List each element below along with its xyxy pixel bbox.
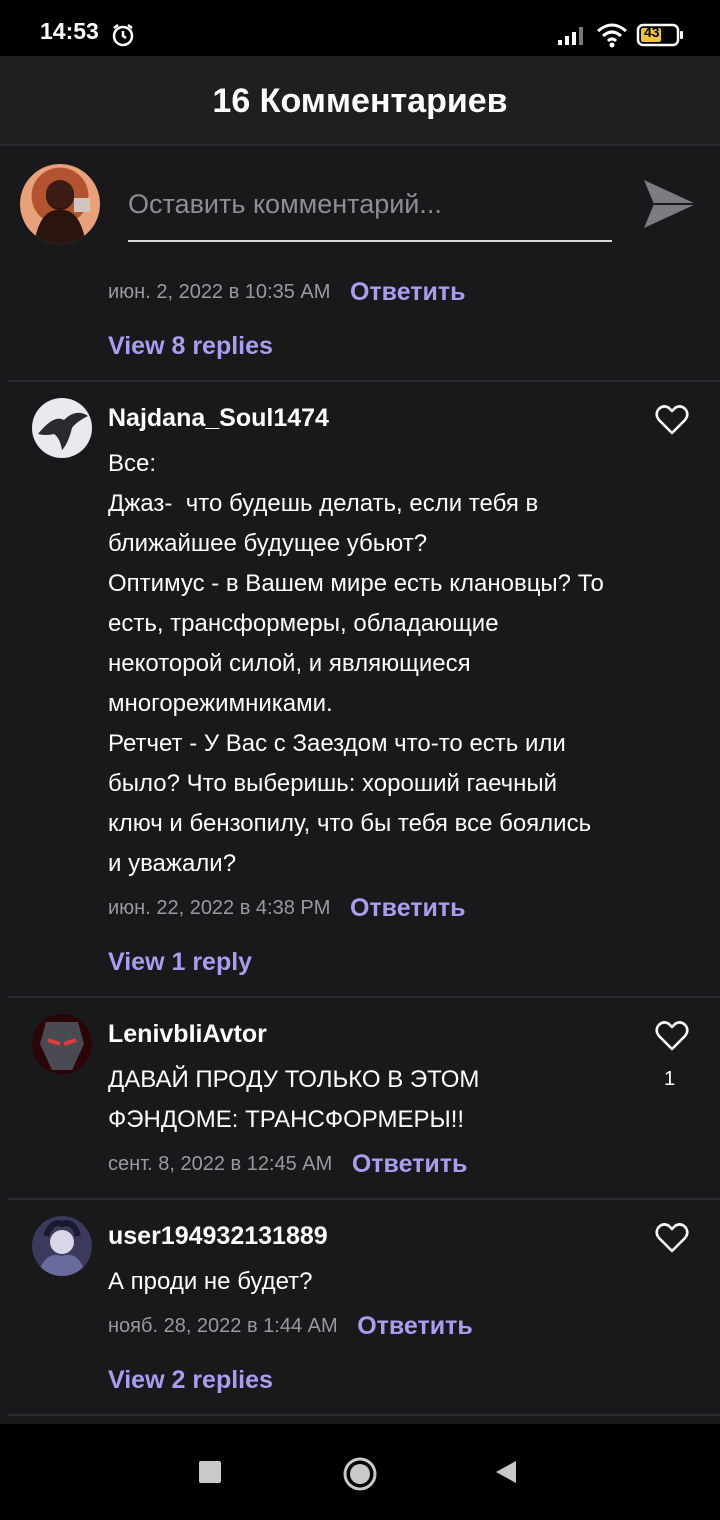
comment-composer: Оставить комментарий...: [0, 146, 720, 260]
comment-username[interactable]: user194932131889: [108, 1222, 328, 1251]
view-replies-link[interactable]: View 2 replies: [108, 1366, 273, 1395]
comment-date: июн. 22, 2022 в 4:38 PM: [108, 897, 331, 919]
like-count: 1: [664, 1068, 676, 1090]
status-time: 14:53: [40, 18, 99, 44]
wifi-icon: [596, 22, 628, 53]
divider: [8, 380, 720, 382]
view-replies-link[interactable]: View 8 replies: [108, 332, 273, 361]
comment-text: Все: Джаз- что будешь делать, если тебя …: [108, 450, 604, 877]
comment-text: ДАВАЙ ПРОДУ ТОЛЬКО В ЭТОМ ФЭНДОМЕ: ТРАНС…: [108, 1066, 487, 1133]
back-icon[interactable]: [494, 1459, 518, 1490]
alarm-icon: [110, 22, 136, 53]
reply-button[interactable]: Ответить: [352, 1150, 468, 1179]
header: 16 Комментариев: [0, 56, 720, 146]
comment-date: нояб. 28, 2022 в 1:44 AM: [108, 1315, 338, 1337]
heart-icon[interactable]: [655, 404, 689, 441]
heart-icon[interactable]: [655, 1222, 689, 1259]
reply-button[interactable]: Ответить: [350, 894, 466, 923]
battery-level: 43: [644, 24, 660, 40]
view-replies-link[interactable]: View 1 reply: [108, 948, 252, 977]
reply-button[interactable]: Ответить: [357, 1312, 473, 1341]
page-title: 16 Комментариев: [212, 82, 508, 120]
comment-meta: июн. 2, 2022 в 10:35 AM Ответить: [108, 278, 466, 307]
avatar[interactable]: [32, 398, 92, 458]
comment-username[interactable]: Najdana_Soul1474: [108, 404, 329, 433]
reply-button[interactable]: Ответить: [350, 278, 466, 307]
divider: [8, 996, 720, 998]
home-icon[interactable]: [342, 1456, 378, 1497]
signal-icon: [556, 24, 588, 51]
avatar[interactable]: [32, 1014, 92, 1074]
comment-input[interactable]: Оставить комментарий...: [128, 186, 612, 242]
send-icon[interactable]: [642, 178, 698, 235]
comment-date: июн. 2, 2022 в 10:35 AM: [108, 281, 331, 303]
recent-apps-icon[interactable]: [199, 1461, 221, 1483]
comment-text: А проди не будет?: [108, 1268, 313, 1295]
comment-username[interactable]: LenivbIiAvtor: [108, 1020, 267, 1049]
avatar: [20, 164, 100, 244]
divider: [8, 1198, 720, 1200]
comment-meta: нояб. 28, 2022 в 1:44 AM Ответить: [108, 1312, 473, 1341]
divider: [8, 1414, 720, 1416]
comment-meta: июн. 22, 2022 в 4:38 PM Ответить: [108, 894, 466, 923]
status-bar: 14:53 43: [0, 0, 720, 56]
comment-date: сент. 8, 2022 в 12:45 AM: [108, 1153, 333, 1175]
system-nav-bar: [0, 1424, 720, 1520]
avatar[interactable]: [32, 1216, 92, 1276]
heart-icon[interactable]: [655, 1020, 689, 1057]
comment-meta: сент. 8, 2022 в 12:45 AM Ответить: [108, 1150, 467, 1179]
